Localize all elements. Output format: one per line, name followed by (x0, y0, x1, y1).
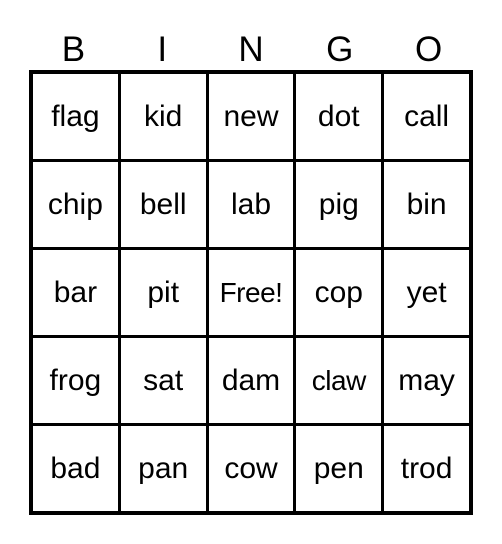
bingo-cell-i2[interactable]: bell (120, 162, 209, 247)
bingo-cell-b2[interactable]: chip (33, 162, 121, 247)
bingo-free-space-label: Free! (219, 276, 283, 308)
bingo-cell-label: chip (47, 187, 103, 221)
bingo-cell-label: new (223, 99, 279, 133)
bingo-row-5: bad pan cow pen trod (33, 426, 469, 511)
bingo-cell-b5[interactable]: bad (33, 426, 121, 511)
bingo-cell-b3[interactable]: bar (33, 250, 121, 335)
bingo-cell-o4[interactable]: may (384, 338, 469, 423)
bingo-cell-g5[interactable]: pen (296, 426, 385, 511)
bingo-cell-label: may (398, 363, 455, 397)
bingo-cell-i5[interactable]: pan (120, 426, 209, 511)
bingo-cell-i3[interactable]: pit (120, 250, 209, 335)
bingo-header-letter-o: O (414, 30, 443, 69)
bingo-cell-free-space[interactable]: Free! (208, 250, 297, 335)
bingo-cell-g1[interactable]: dot (296, 74, 385, 159)
bingo-header-row: B I N G O (29, 22, 473, 70)
bingo-row-1: flag kid new dot call (33, 74, 469, 162)
bingo-cell-n5[interactable]: cow (208, 426, 297, 511)
bingo-cell-label: dam (221, 363, 281, 397)
bingo-cell-label: trod (400, 451, 453, 485)
bingo-cell-b4[interactable]: frog (33, 338, 121, 423)
bingo-cell-label: bell (139, 187, 187, 221)
bingo-cell-n4[interactable]: dam (208, 338, 297, 423)
bingo-cell-label: cop (314, 275, 363, 309)
bingo-cell-label: pig (318, 187, 359, 221)
bingo-cell-label: claw (311, 364, 367, 396)
bingo-row-2: chip bell lab pig bin (33, 162, 469, 250)
bingo-header-letter-n: N (238, 30, 264, 69)
bingo-header-letter-i: I (157, 30, 168, 69)
bingo-cell-g4[interactable]: claw (296, 338, 385, 423)
bingo-cell-label: bar (53, 275, 98, 309)
bingo-cell-g3[interactable]: cop (296, 250, 385, 335)
bingo-cell-label: pen (313, 451, 364, 485)
bingo-cell-n1[interactable]: new (208, 74, 297, 159)
bingo-cell-label: yet (406, 275, 447, 309)
bingo-row-3: bar pit Free! cop yet (33, 250, 469, 338)
bingo-cell-label: cow (224, 451, 278, 485)
bingo-cell-o2[interactable]: bin (384, 162, 469, 247)
bingo-cell-b1[interactable]: flag (33, 74, 121, 159)
bingo-cell-label: flag (51, 99, 100, 133)
bingo-cell-label: dot (317, 99, 360, 133)
bingo-card: B I N G O flag kid new dot call chip bel… (0, 0, 502, 544)
bingo-cell-label: pan (138, 451, 189, 485)
bingo-cell-o1[interactable]: call (384, 74, 469, 159)
bingo-cell-i4[interactable]: sat (120, 338, 209, 423)
bingo-cell-label: kid (144, 99, 183, 133)
bingo-cell-i1[interactable]: kid (120, 74, 209, 159)
bingo-header-letter-b: B (61, 30, 86, 69)
bingo-cell-label: frog (49, 363, 102, 397)
bingo-header-letter-g: G (326, 30, 354, 69)
bingo-cell-label: pit (147, 275, 180, 309)
bingo-cell-label: lab (230, 187, 272, 221)
bingo-cell-g2[interactable]: pig (296, 162, 385, 247)
bingo-grid: flag kid new dot call chip bell lab pig … (29, 70, 473, 515)
bingo-cell-label: call (404, 99, 450, 133)
bingo-cell-n2[interactable]: lab (208, 162, 297, 247)
bingo-cell-label: bin (406, 187, 447, 221)
bingo-row-4: frog sat dam claw may (33, 338, 469, 426)
bingo-cell-o5[interactable]: trod (384, 426, 469, 511)
bingo-cell-o3[interactable]: yet (384, 250, 469, 335)
bingo-cell-label: sat (143, 363, 184, 397)
bingo-cell-label: bad (50, 451, 101, 485)
